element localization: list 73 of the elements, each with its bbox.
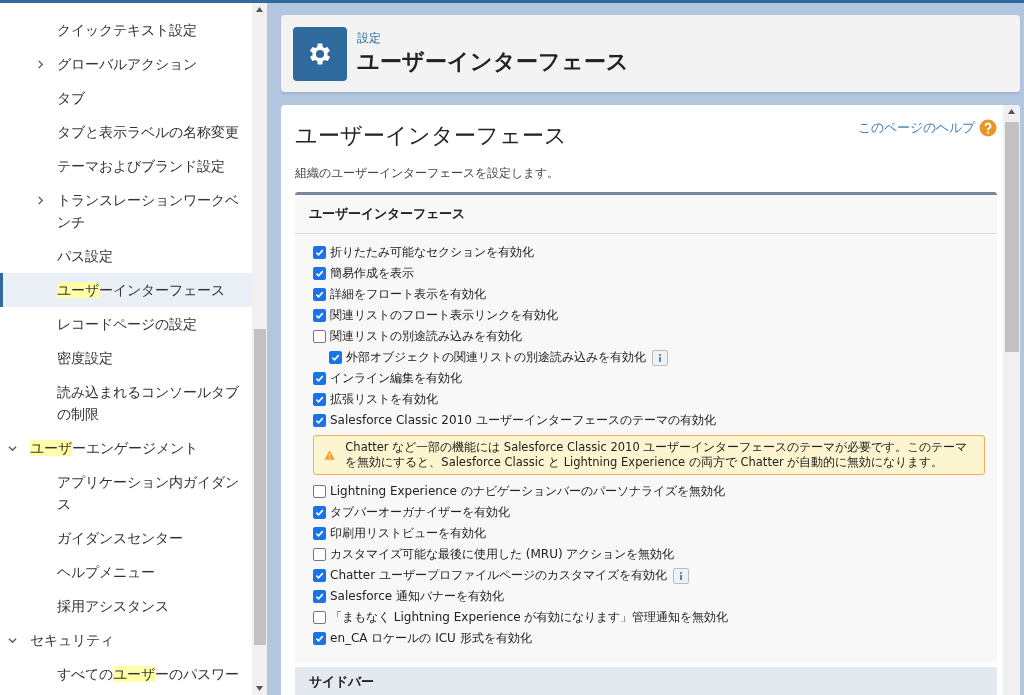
sidebar-item[interactable]: パス設定 <box>0 239 252 273</box>
sidebar-item[interactable]: ガイダンスセンター <box>0 521 252 555</box>
page-title: ユーザーインターフェース <box>357 48 629 76</box>
content-title: ユーザーインターフェース <box>295 122 567 150</box>
scroll-up-icon[interactable] <box>1008 109 1015 114</box>
section-title: ユーザーインターフェース <box>295 195 997 234</box>
option-label: 関連リストの別途読み込みを有効化 <box>330 328 522 345</box>
checkbox[interactable] <box>313 414 326 427</box>
option-label: タブバーオーガナイザーを有効化 <box>330 504 510 521</box>
scrollbar[interactable] <box>1003 105 1020 695</box>
sidebar-item[interactable]: クイックテキスト設定 <box>0 13 252 47</box>
checkbox[interactable] <box>313 330 326 343</box>
checkbox[interactable] <box>313 632 326 645</box>
sidebar-item[interactable]: ヘルプメニュー <box>0 555 252 589</box>
sidebar-item[interactable]: レコードページの設定 <box>0 307 252 341</box>
checkbox[interactable] <box>313 246 326 259</box>
breadcrumb[interactable]: 設定 <box>357 30 629 47</box>
help-icon[interactable] <box>979 119 997 137</box>
sidebar-item[interactable]: 読み込まれるコンソールタブの制限 <box>0 375 252 431</box>
checkbox[interactable] <box>313 288 326 301</box>
warning-text: Chatter など一部の機能には Salesforce Classic 2010 ユーザーインターフェースのテーマが必要です。このテーマを無効にすると、Salesforce Classic と Lightning Experience の両方で Chatter が自動的に無効になります。 <box>345 440 969 470</box>
option-label: Lightning Experience のナビゲーションバーのパーソナライズを無効化 <box>330 483 725 500</box>
option-label: Salesforce 通知バナーを有効化 <box>330 588 504 605</box>
option-label: 関連リストのフロート表示リンクを有効化 <box>330 307 558 324</box>
chevron-right-icon[interactable] <box>36 196 45 205</box>
sidebar-item[interactable]: 密度設定 <box>0 341 252 375</box>
chevron-down-icon[interactable] <box>8 636 17 645</box>
checkbox[interactable] <box>313 611 326 624</box>
checkbox[interactable] <box>313 590 326 603</box>
checkbox[interactable] <box>313 267 326 280</box>
sidebar-item[interactable]: すべてのユーザーのパスワー <box>0 657 252 691</box>
sidebar-group[interactable]: ユーザーエンゲージメント <box>0 431 252 465</box>
scroll-up-icon[interactable] <box>256 7 263 12</box>
option-label: 印刷用リストビューを有効化 <box>330 525 486 542</box>
scroll-down-icon[interactable] <box>256 686 263 691</box>
option-label: en_CA ロケールの ICU 形式を有効化 <box>330 630 532 647</box>
section-title: サイドバー <box>295 667 997 695</box>
checkbox[interactable] <box>313 393 326 406</box>
chevron-right-icon[interactable] <box>36 60 45 69</box>
option-label: カスタマイズ可能な最後に使用した (MRU) アクションを無効化 <box>330 546 675 563</box>
option-label: 詳細をフロート表示を有効化 <box>330 286 486 303</box>
chevron-down-icon[interactable] <box>8 444 17 453</box>
settings-icon <box>293 26 347 81</box>
option-label: インライン編集を有効化 <box>330 370 462 387</box>
sidebar-item[interactable]: タブと表示ラベルの名称変更 <box>0 115 252 149</box>
description: 組織のユーザーインターフェースを設定します。 <box>295 165 560 182</box>
option-label: 折りたたみ可能なセクションを有効化 <box>330 244 534 261</box>
sidebar-group[interactable]: セキュリティ <box>0 623 252 657</box>
option-label: 外部オブジェクトの関連リストの別途読み込みを有効化 <box>346 349 646 366</box>
checkbox[interactable] <box>313 485 326 498</box>
sidebar-item[interactable]: 採用アシスタンス <box>0 589 252 623</box>
info-icon[interactable] <box>672 567 689 584</box>
checkbox[interactable] <box>313 527 326 540</box>
checkbox[interactable] <box>313 309 326 322</box>
option-label: Chatter ユーザープロファイルページのカスタマイズを有効化 <box>330 567 667 584</box>
checkbox[interactable] <box>329 351 342 364</box>
info-icon[interactable] <box>652 349 668 366</box>
option-label: 拡張リストを有効化 <box>330 391 438 408</box>
scrollbar[interactable] <box>252 3 267 695</box>
help-link[interactable]: このページのヘルプ <box>858 119 975 137</box>
checkbox[interactable] <box>313 372 326 385</box>
checkbox[interactable] <box>313 569 326 582</box>
sidebar-item[interactable]: ユーザーインターフェース <box>0 273 252 307</box>
option-label: 簡易作成を表示 <box>330 265 414 282</box>
sidebar-item[interactable]: トランスレーションワークベンチ <box>0 183 252 239</box>
option-label: 「まもなく Lightning Experience が有効になります」管理通知を無効化 <box>330 609 729 626</box>
sidebar-item[interactable]: タブ <box>0 81 252 115</box>
option-label: Salesforce Classic 2010 ユーザーインターフェースのテーマの有効化 <box>330 412 716 429</box>
sidebar-item[interactable]: テーマおよびブランド設定 <box>0 149 252 183</box>
checkbox[interactable] <box>313 506 326 519</box>
checkbox[interactable] <box>313 548 326 561</box>
sidebar-item[interactable]: アプリケーション内ガイダンス <box>0 465 252 521</box>
sidebar-item[interactable]: グローバルアクション <box>0 47 252 81</box>
